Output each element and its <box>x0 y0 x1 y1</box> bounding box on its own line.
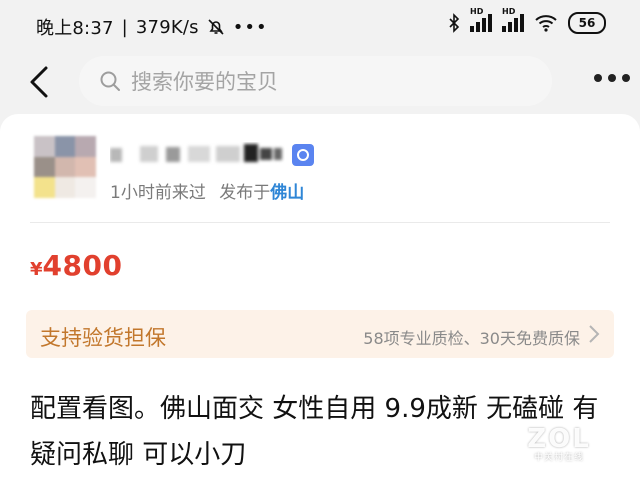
price: ¥4800 <box>30 249 122 282</box>
search-icon <box>100 71 120 91</box>
status-right: HD HD 56 <box>448 7 606 34</box>
guarantee-label: 支持验货担保 <box>40 326 166 350</box>
more-horizontal-icon[interactable] <box>594 74 630 82</box>
chevron-right-icon <box>589 325 600 343</box>
avatar[interactable] <box>34 136 96 198</box>
status-left: 晚上8:37 | 379K/s ••• <box>36 14 268 40</box>
divider <box>30 222 610 223</box>
battery-icon: 56 <box>568 12 606 34</box>
seller-name-redacted[interactable] <box>110 142 285 166</box>
guarantee-banner[interactable]: 支持验货担保 58项专业质检、30天免费质保 <box>26 310 614 358</box>
chevron-left-icon[interactable] <box>26 64 54 100</box>
status-net-speed: 379K/s <box>135 16 199 38</box>
location-link[interactable]: 佛山 <box>270 183 304 203</box>
more-dots-icon: ••• <box>232 16 268 38</box>
screen: 晚上8:37 | 379K/s ••• HD HD 56 搜索你要的宝贝 1小时… <box>0 0 640 480</box>
more-dot <box>622 74 630 82</box>
bell-off-icon <box>208 19 224 35</box>
guarantee-detail: 58项专业质检、30天免费质保 <box>363 329 580 348</box>
currency-symbol: ¥ <box>30 259 43 280</box>
watermark-logo: ZOL 中关村在线 <box>518 424 600 470</box>
price-value: 4800 <box>42 249 123 282</box>
hd-signal-icon: HD <box>470 7 492 32</box>
search-input[interactable]: 搜索你要的宝贝 <box>79 56 552 106</box>
wifi-icon <box>535 15 557 32</box>
top-nav: 搜索你要的宝贝 <box>0 56 640 108</box>
status-bar: 晚上8:37 | 379K/s ••• HD HD 56 <box>0 0 640 48</box>
battery-level: 56 <box>578 16 596 30</box>
last-active: 1小时前来过 <box>110 183 206 203</box>
status-time: 晚上8:37 <box>36 18 114 39</box>
status-separator: | <box>121 16 128 38</box>
more-dot <box>594 74 602 82</box>
hd-signal-icon: HD <box>502 7 524 32</box>
more-dot <box>608 74 616 82</box>
search-placeholder: 搜索你要的宝贝 <box>131 70 278 94</box>
seller-meta: 1小时前来过 发布于佛山 <box>110 178 304 203</box>
published-prefix: 发布于 <box>219 183 271 203</box>
verified-badge-icon <box>292 144 314 166</box>
bluetooth-icon <box>449 13 460 33</box>
